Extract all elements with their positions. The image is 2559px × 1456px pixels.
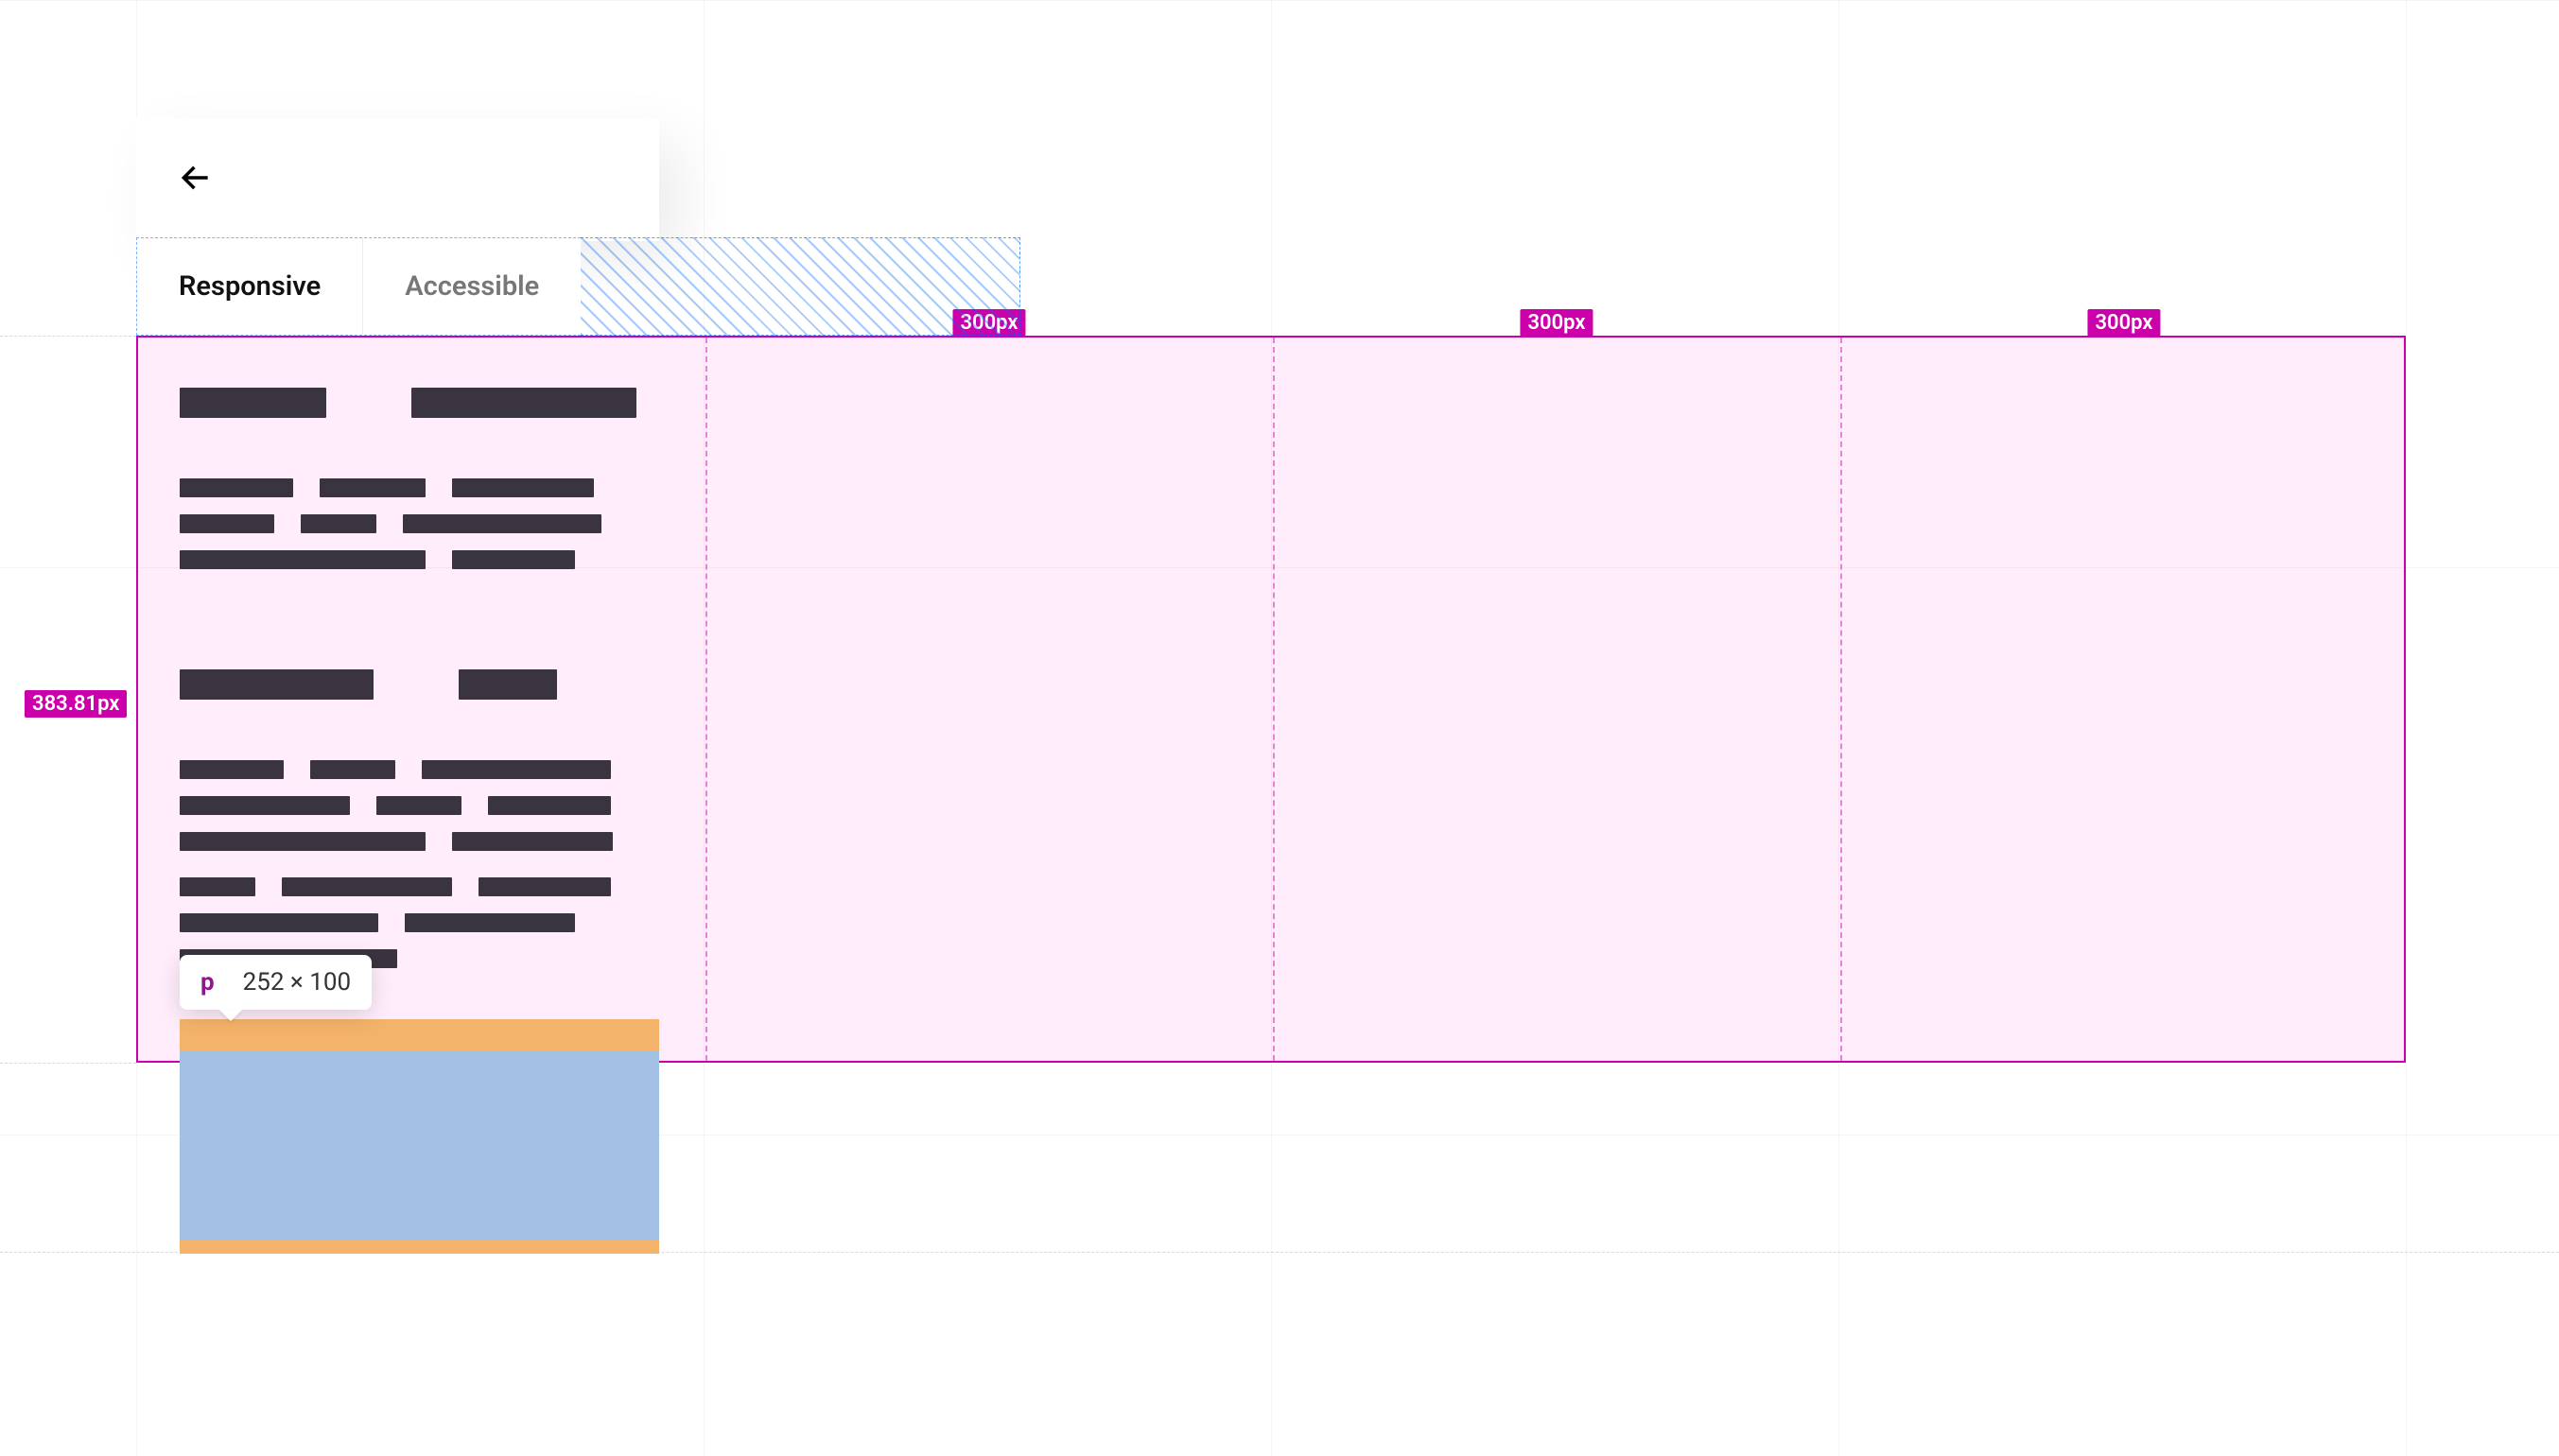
boxmodel-content xyxy=(180,1051,659,1240)
skeleton-heading xyxy=(180,669,659,700)
grid-col-label-4: 300px xyxy=(2087,309,2160,337)
grid-sep-1 xyxy=(705,338,707,1061)
tab-label: Accessible xyxy=(405,270,539,303)
tabbar: Responsive Accessible Horizontal xyxy=(136,237,581,336)
tab-responsive[interactable]: Responsive xyxy=(137,238,363,335)
canvas[interactable]: Responsive Accessible Horizontal 300px 3… xyxy=(0,0,2559,1456)
skeleton-paragraph xyxy=(180,478,659,569)
guide-bottom xyxy=(0,1063,136,1064)
boxmodel-margin-bottom xyxy=(180,1240,659,1254)
tooltip-dimensions: 252 × 100 xyxy=(243,968,351,997)
tab-overflow-region xyxy=(581,237,1020,336)
grid-sep-3 xyxy=(1840,338,1842,1061)
tabs-row: Responsive Accessible Horizontal xyxy=(136,237,1167,336)
boxmodel-overlay xyxy=(180,1019,659,1254)
boxmodel-margin-top xyxy=(180,1019,659,1051)
back-arrow-icon[interactable] xyxy=(178,160,214,199)
guide-top xyxy=(0,336,136,337)
skeleton-paragraph xyxy=(180,760,659,851)
tab-label: Responsive xyxy=(179,270,321,303)
tab-accessible[interactable]: Accessible xyxy=(363,238,581,335)
content-column xyxy=(180,388,659,968)
artboard-header xyxy=(136,118,659,241)
mobile-artboard[interactable] xyxy=(136,118,659,241)
skeleton-heading xyxy=(180,388,659,418)
element-tooltip: p 252 × 100 xyxy=(180,955,372,1010)
tooltip-tagname: p xyxy=(200,968,215,997)
grid-col-label-3: 300px xyxy=(1520,309,1593,337)
grid-sep-2 xyxy=(1273,338,1275,1061)
container-height-label: 383.81px xyxy=(25,690,127,718)
